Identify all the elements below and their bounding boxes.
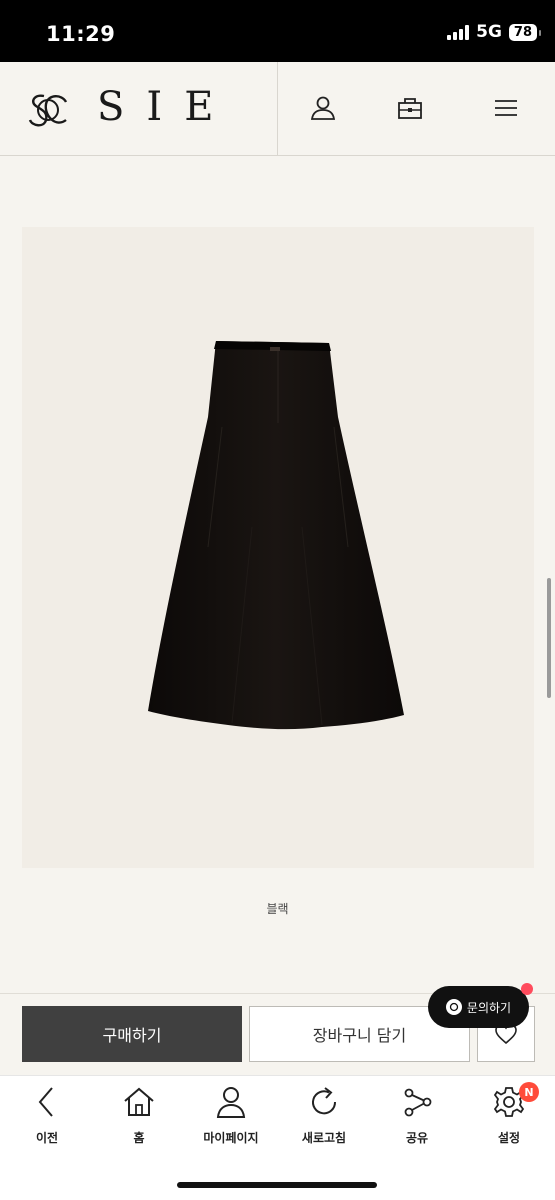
status-indicators: 5G 78 bbox=[447, 22, 542, 42]
nav-share[interactable]: 공유 bbox=[371, 1084, 463, 1146]
person-icon bbox=[213, 1084, 249, 1120]
brand-name[interactable]: SIE bbox=[97, 84, 235, 130]
menu-icon[interactable] bbox=[490, 92, 522, 124]
nav-back[interactable]: 이전 bbox=[1, 1084, 93, 1146]
inquiry-label: 문의하기 bbox=[466, 1000, 512, 1015]
skirt-illustration bbox=[148, 341, 404, 730]
notification-dot bbox=[521, 983, 533, 995]
new-badge: N bbox=[519, 1082, 539, 1102]
back-icon bbox=[29, 1084, 65, 1120]
user-icon[interactable] bbox=[307, 92, 339, 124]
buy-button[interactable]: 구매하기 bbox=[22, 1006, 242, 1062]
nav-home[interactable]: 홈 bbox=[93, 1084, 185, 1146]
nav-label: 공유 bbox=[405, 1131, 429, 1145]
inquiry-button[interactable]: 문의하기 bbox=[428, 983, 533, 1028]
nav-label: 홈 bbox=[133, 1131, 145, 1145]
bag-icon[interactable] bbox=[394, 92, 426, 124]
status-bar: 11:29 5G 78 bbox=[0, 0, 555, 62]
refresh-icon bbox=[306, 1084, 342, 1120]
share-icon bbox=[399, 1084, 435, 1120]
scrollbar[interactable] bbox=[547, 578, 551, 698]
home-indicator[interactable] bbox=[177, 1182, 377, 1188]
header-divider bbox=[277, 62, 278, 156]
nav-label: 새로고침 bbox=[301, 1131, 347, 1145]
battery-icon: 78 bbox=[508, 23, 542, 41]
brand-logo-icon[interactable] bbox=[26, 88, 70, 132]
battery-level: 78 bbox=[513, 24, 532, 40]
nav-settings[interactable]: N 설정 bbox=[463, 1082, 555, 1146]
product-image[interactable] bbox=[22, 227, 534, 868]
site-header: SIE bbox=[0, 62, 555, 156]
status-time: 11:29 bbox=[46, 22, 116, 46]
color-option-label: 블랙 bbox=[266, 902, 289, 916]
brand-logo-icon bbox=[445, 999, 462, 1015]
nav-label: 마이페이지 bbox=[203, 1131, 259, 1145]
nav-label: 설정 bbox=[497, 1131, 521, 1145]
nav-mypage[interactable]: 마이페이지 bbox=[185, 1084, 277, 1146]
nav-label: 이전 bbox=[35, 1131, 59, 1145]
network-type: 5G bbox=[476, 22, 502, 42]
home-icon bbox=[121, 1084, 157, 1120]
signal-icon bbox=[447, 24, 470, 40]
nav-refresh[interactable]: 새로고침 bbox=[278, 1084, 370, 1146]
